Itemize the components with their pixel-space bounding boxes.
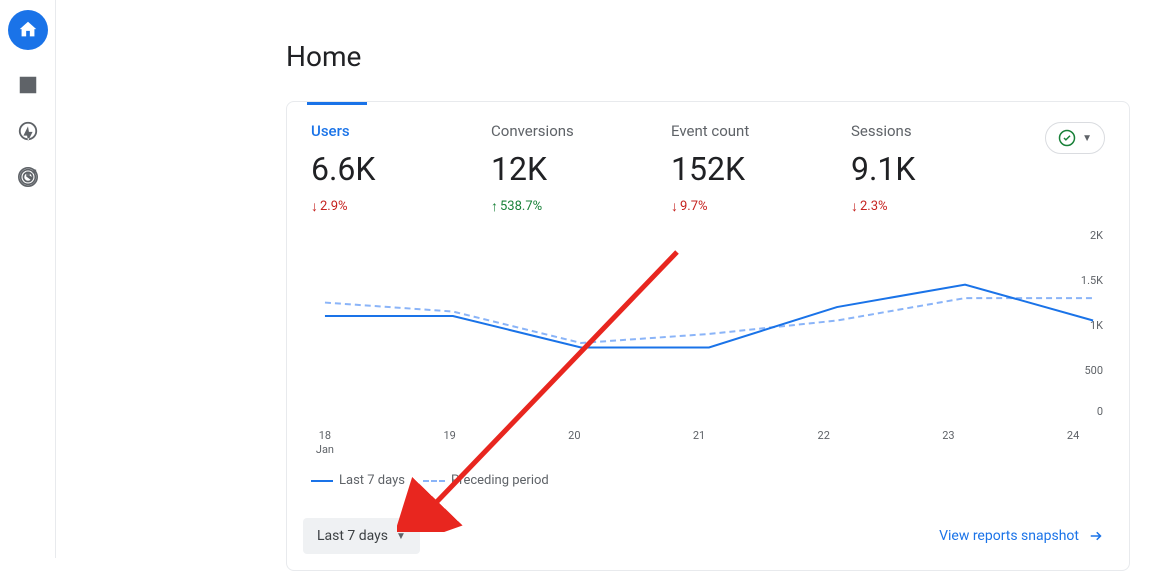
solid-line-icon — [311, 480, 333, 482]
dashed-line-icon — [423, 480, 445, 482]
chart-area: 2K 1.5K 1K 500 0 18 Jan 19 20 21 22 23 2… — [287, 227, 1129, 467]
main-content: Home Users 6.6K ↓2.9% Conversions 12K ↑5… — [56, 0, 1154, 558]
active-tab-indicator — [307, 102, 367, 105]
metric-change: ↓9.7% — [671, 198, 791, 215]
date-range-selector[interactable]: Last 7 days ▼ — [303, 518, 420, 554]
metric-value: 6.6K — [311, 150, 431, 188]
x-tick: 21 — [693, 429, 705, 442]
metric-value: 12K — [491, 150, 611, 188]
x-tick: 24 — [1067, 429, 1079, 442]
last-7-days-line — [325, 285, 1093, 348]
nav-reports[interactable] — [17, 74, 39, 96]
metric-conversions[interactable]: Conversions 12K ↑538.7% — [491, 122, 611, 215]
advertising-icon — [17, 166, 39, 188]
legend-prev: Preceding period — [423, 473, 549, 488]
nav-explore[interactable] — [17, 120, 39, 142]
metric-label: Conversions — [491, 122, 611, 140]
metric-label: Event count — [671, 122, 791, 140]
metric-label: Sessions — [851, 122, 971, 140]
sidebar — [0, 0, 56, 558]
metric-sessions[interactable]: Sessions 9.1K ↓2.3% — [851, 122, 971, 215]
metric-value: 9.1K — [851, 150, 971, 188]
y-tick: 1.5K — [1081, 274, 1103, 287]
metric-event-count[interactable]: Event count 152K ↓9.7% — [671, 122, 791, 215]
x-axis: 18 Jan 19 20 21 22 23 24 — [305, 427, 1111, 463]
x-tick: 19 — [443, 429, 455, 442]
down-arrow-icon: ↓ — [851, 198, 858, 215]
y-tick: 2K — [1090, 229, 1103, 242]
preceding-period-line — [325, 298, 1093, 343]
chart-legend: Last 7 days Preceding period — [287, 467, 1129, 488]
home-icon — [17, 19, 39, 41]
reports-icon — [17, 74, 39, 96]
metrics-row: Users 6.6K ↓2.9% Conversions 12K ↑538.7%… — [287, 102, 1129, 227]
metric-change: ↑538.7% — [491, 198, 611, 215]
y-tick: 500 — [1085, 364, 1104, 377]
arrow-right-icon — [1087, 527, 1105, 545]
x-tick: 22 — [818, 429, 830, 442]
overview-card: Users 6.6K ↓2.9% Conversions 12K ↑538.7%… — [286, 101, 1130, 571]
nav-home[interactable] — [8, 10, 48, 50]
x-sublabel: Jan — [316, 443, 334, 456]
view-reports-link[interactable]: View reports snapshot — [939, 527, 1105, 545]
down-arrow-icon: ↓ — [311, 198, 318, 215]
caret-down-icon: ▼ — [396, 531, 406, 542]
x-tick: 23 — [942, 429, 954, 442]
metric-users[interactable]: Users 6.6K ↓2.9% — [311, 122, 431, 215]
verify-menu[interactable]: ▼ — [1045, 122, 1105, 154]
up-arrow-icon: ↑ — [491, 198, 498, 215]
metric-change: ↓2.3% — [851, 198, 971, 215]
down-arrow-icon: ↓ — [671, 198, 678, 215]
x-tick: 18 — [319, 429, 331, 442]
caret-down-icon: ▼ — [1082, 133, 1092, 144]
check-circle-icon — [1058, 129, 1076, 147]
metric-label: Users — [311, 122, 431, 140]
line-chart: 2K 1.5K 1K 500 0 — [305, 227, 1111, 427]
legend-current: Last 7 days — [311, 473, 405, 488]
explore-icon — [17, 120, 39, 142]
page-title: Home — [286, 40, 1134, 73]
metric-value: 152K — [671, 150, 791, 188]
x-tick: 20 — [568, 429, 580, 442]
metric-change: ↓2.9% — [311, 198, 431, 215]
nav-advertising[interactable] — [17, 166, 39, 188]
y-tick: 0 — [1097, 405, 1103, 418]
